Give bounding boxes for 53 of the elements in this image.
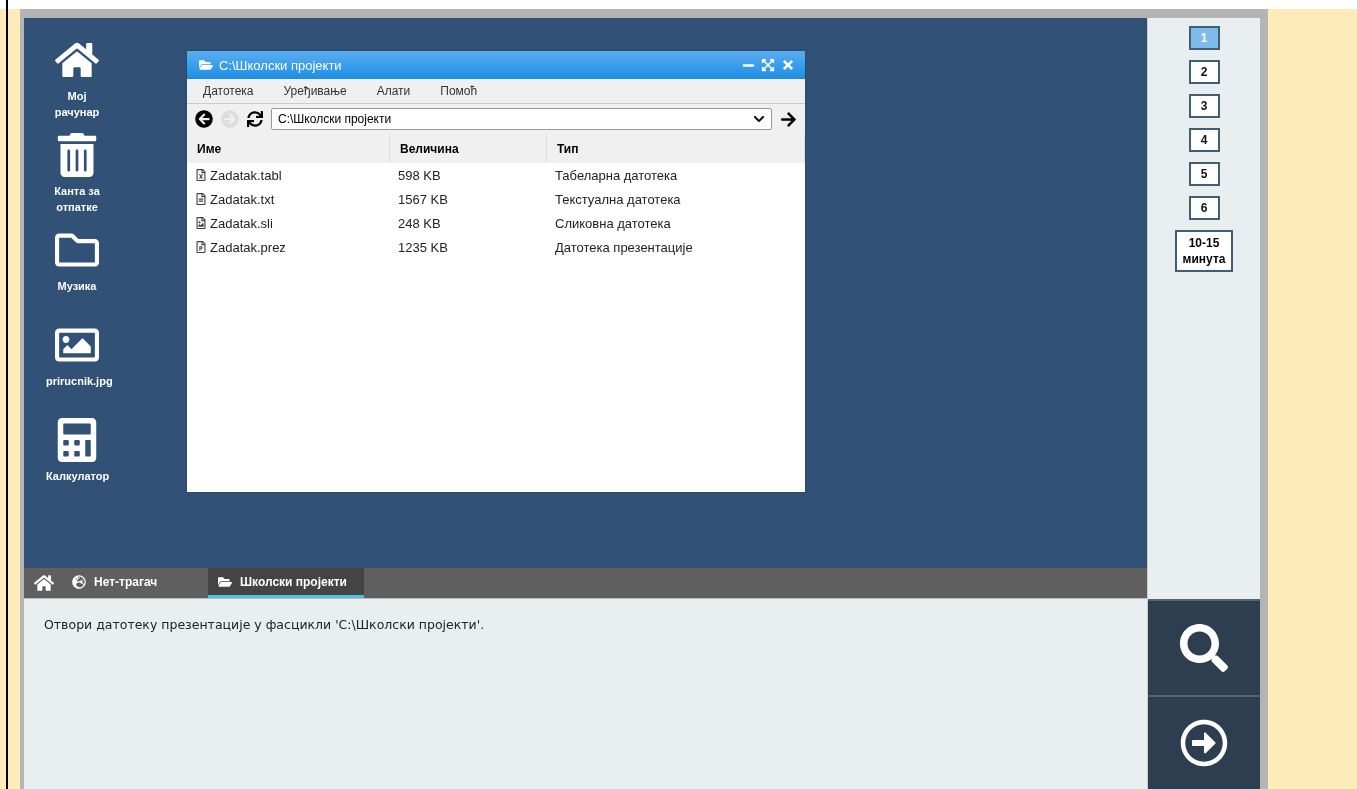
close-icon[interactable] bbox=[781, 58, 795, 72]
file-icon bbox=[195, 193, 207, 205]
desktop-icon-label: Канта за отпатке bbox=[53, 184, 101, 215]
file-type-cell-text: Табеларна датотека bbox=[554, 167, 679, 183]
file-name-cell[interactable]: Zadatak.sli bbox=[187, 215, 390, 231]
step-button[interactable]: 3 bbox=[1188, 94, 1220, 118]
step-button[interactable]: 2 bbox=[1188, 60, 1220, 84]
column-header[interactable]: Име bbox=[187, 134, 390, 163]
home-icon bbox=[34, 573, 54, 593]
dropdown-icon[interactable] bbox=[753, 113, 765, 125]
folder-icon bbox=[218, 574, 232, 589]
search-icon bbox=[1180, 624, 1228, 672]
step-button[interactable]: 6 bbox=[1188, 196, 1220, 220]
file-size-cell-text: 1235 KB bbox=[397, 239, 449, 255]
refresh-icon[interactable] bbox=[247, 111, 263, 127]
taskbar-tab[interactable]: Нет-трагач bbox=[62, 568, 208, 598]
file-size-cell-text: 1567 KB bbox=[397, 191, 449, 207]
time-estimate: 10-15 минута bbox=[1175, 230, 1233, 272]
desktop-icon-label: Калкулатор bbox=[46, 469, 108, 484]
file-type-cell-text: Сликовна датотека bbox=[554, 215, 672, 231]
trash-icon[interactable] bbox=[55, 133, 99, 177]
file-name-cell[interactable]: Zadatak.prez bbox=[187, 239, 390, 255]
file-size-cell-text: 598 KB bbox=[397, 167, 442, 183]
file-type-cell-text: Текстуална датотека bbox=[554, 191, 682, 207]
back-icon[interactable] bbox=[195, 110, 213, 128]
column-header[interactable]: Величина bbox=[390, 134, 547, 163]
calculator-icon[interactable] bbox=[55, 418, 99, 462]
step-button[interactable]: 5 bbox=[1188, 162, 1220, 186]
file-icon bbox=[195, 241, 207, 253]
file-type-cell-text: Датотека презентације bbox=[554, 239, 694, 255]
window-title: C:\Школски пројекти bbox=[219, 57, 343, 73]
menu-item[interactable]: Алати bbox=[376, 84, 411, 98]
desktop-icon-label: Музика bbox=[56, 279, 98, 294]
browser-icon bbox=[72, 574, 86, 589]
step-button[interactable]: 4 bbox=[1188, 128, 1220, 152]
file-name-cell[interactable]: Zadatak.txt bbox=[187, 191, 390, 207]
file-icon bbox=[195, 217, 207, 229]
file-icon bbox=[195, 169, 207, 181]
instruction-text: Отвори датотеку презентације у фасцикли 'C:\Школски пројекти'. bbox=[44, 617, 486, 632]
next-button[interactable] bbox=[1148, 695, 1260, 789]
folder-icon bbox=[199, 58, 213, 72]
menu-item[interactable]: Помоћ bbox=[440, 84, 478, 98]
taskbar-tab[interactable]: Школски пројекти bbox=[208, 568, 364, 598]
file-size-cell-text: 248 KB bbox=[397, 215, 442, 231]
address-field[interactable]: C:\Школски пројекти bbox=[271, 108, 772, 130]
file-name-cell[interactable]: Zadatak.tabl bbox=[187, 167, 390, 183]
go-icon[interactable] bbox=[780, 110, 797, 128]
menu-item[interactable]: Датотека bbox=[203, 84, 254, 98]
search-button[interactable] bbox=[1148, 599, 1260, 695]
desktop-icon-label: Мој рачунар bbox=[53, 89, 101, 120]
menu-item[interactable]: Уређивање bbox=[283, 84, 347, 98]
maximize-icon[interactable] bbox=[761, 58, 775, 72]
column-header[interactable]: Тип bbox=[547, 134, 805, 163]
